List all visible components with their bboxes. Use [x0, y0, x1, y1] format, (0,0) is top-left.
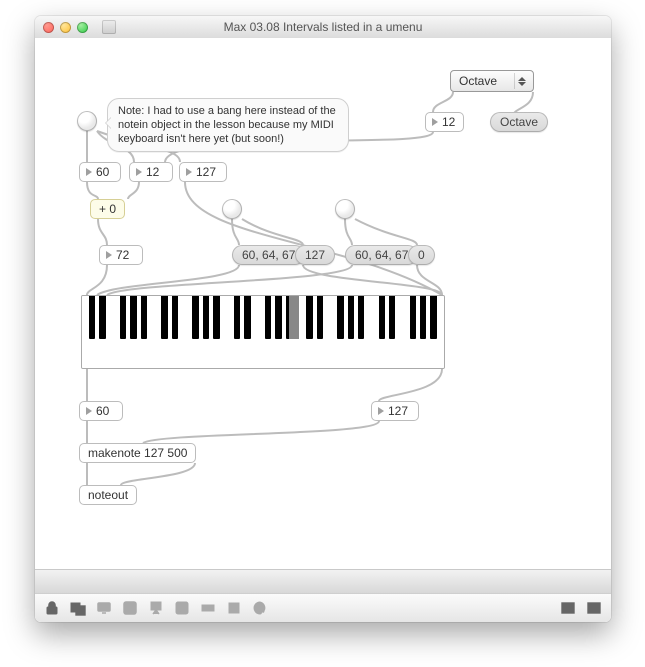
svg-text:i: i	[181, 604, 184, 615]
chord-on-vel[interactable]: 127	[295, 245, 335, 265]
new-view-icon[interactable]	[69, 599, 87, 617]
patcher-canvas[interactable]: Octave 12 Octave Note: I had to use a ba…	[35, 38, 611, 622]
sum-numbox[interactable]: 72	[99, 245, 143, 265]
numbox-value: 12	[442, 115, 455, 129]
window-title: Max 03.08 Intervals listed in a umenu	[35, 20, 611, 34]
chord-off-bang[interactable]	[335, 199, 355, 219]
umenu-stepper[interactable]	[514, 73, 529, 89]
velocity-numbox[interactable]: 127	[179, 162, 227, 182]
kslider-keyboard[interactable]	[81, 295, 445, 369]
pitch-numbox[interactable]: 60	[79, 162, 121, 182]
out-pitch-numbox[interactable]: 60	[79, 401, 123, 421]
panel-right-icon[interactable]	[585, 599, 603, 617]
app-window: Max 03.08 Intervals listed in a umenu	[35, 16, 611, 622]
io-icon[interactable]	[199, 599, 217, 617]
interval-numbox[interactable]: 12	[129, 162, 173, 182]
kslider-selected-note	[289, 296, 299, 339]
close-window-button[interactable]	[43, 22, 54, 33]
umenu-selected: Octave	[459, 74, 497, 88]
comment-note: Note: I had to use a bang here instead o…	[107, 98, 349, 152]
titlebar: Max 03.08 Intervals listed in a umenu	[35, 16, 611, 39]
status-bar	[35, 569, 611, 594]
document-icon	[102, 20, 116, 34]
grid-icon[interactable]	[225, 599, 243, 617]
plus-object[interactable]: + 0	[90, 199, 125, 219]
bottom-toolbar: i	[35, 593, 611, 622]
numbox-triangle-icon	[432, 118, 438, 126]
out-velocity-numbox[interactable]: 127	[371, 401, 419, 421]
info-icon[interactable]: i	[173, 599, 191, 617]
panel-left-icon[interactable]	[559, 599, 577, 617]
interval-umenu[interactable]: Octave	[450, 70, 534, 92]
traffic-lights	[43, 22, 88, 33]
chord-on-bang[interactable]	[222, 199, 242, 219]
presentation-icon[interactable]	[95, 599, 113, 617]
lock-icon[interactable]	[43, 599, 61, 617]
interval-value-numbox[interactable]: 12	[425, 112, 464, 132]
interval-name-pill: Octave	[490, 112, 548, 132]
zoom-window-button[interactable]	[77, 22, 88, 33]
minimize-window-button[interactable]	[60, 22, 71, 33]
close-box-icon[interactable]	[121, 599, 139, 617]
easel-icon[interactable]	[147, 599, 165, 617]
palette-icon[interactable]	[251, 599, 269, 617]
chord-off-vel[interactable]: 0	[408, 245, 435, 265]
noteout-object[interactable]: noteout	[79, 485, 137, 505]
bang-button[interactable]	[77, 111, 97, 131]
makenote-object[interactable]: makenote 127 500	[79, 443, 196, 463]
